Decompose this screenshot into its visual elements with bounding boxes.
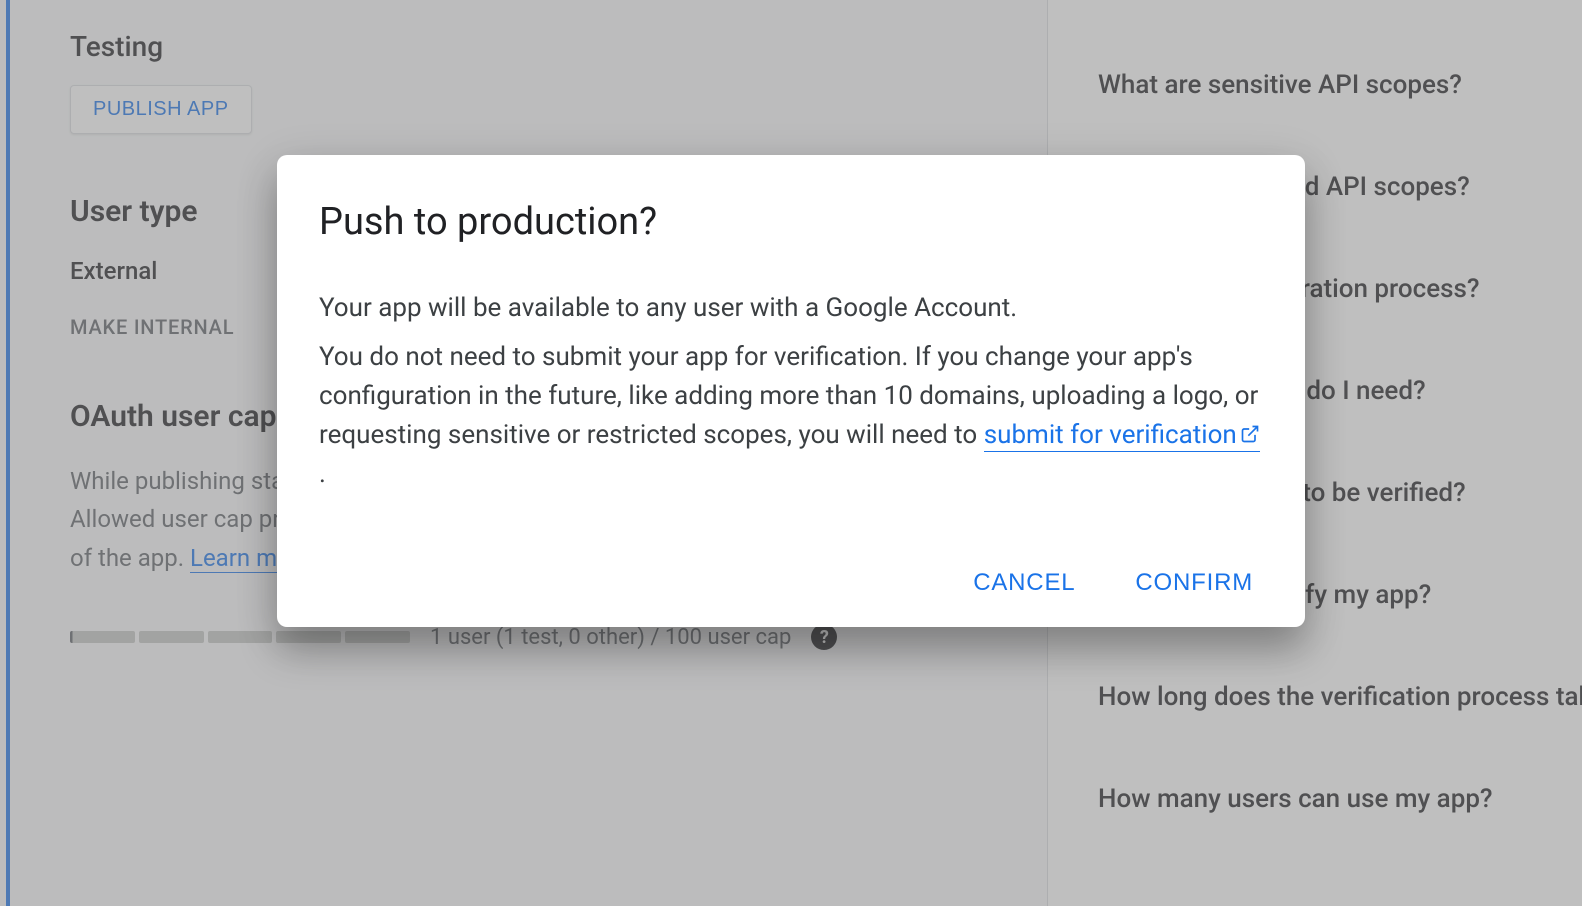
dialog-p2-suffix: .	[319, 459, 326, 489]
dialog-body: Your app will be available to any user w…	[319, 289, 1263, 494]
dialog-actions: CANCEL CONFIRM	[319, 569, 1263, 597]
submit-for-verification-link[interactable]: submit for verification	[984, 420, 1260, 452]
dialog-paragraph-2: You do not need to submit your app for v…	[319, 338, 1263, 494]
cancel-button[interactable]: CANCEL	[973, 569, 1075, 597]
dialog-title: Push to production?	[319, 200, 1263, 244]
modal-overlay[interactable]: Push to production? Your app will be ava…	[0, 0, 1582, 906]
push-to-production-dialog: Push to production? Your app will be ava…	[277, 155, 1305, 627]
dialog-paragraph-1: Your app will be available to any user w…	[319, 289, 1263, 328]
confirm-button[interactable]: CONFIRM	[1135, 569, 1253, 597]
